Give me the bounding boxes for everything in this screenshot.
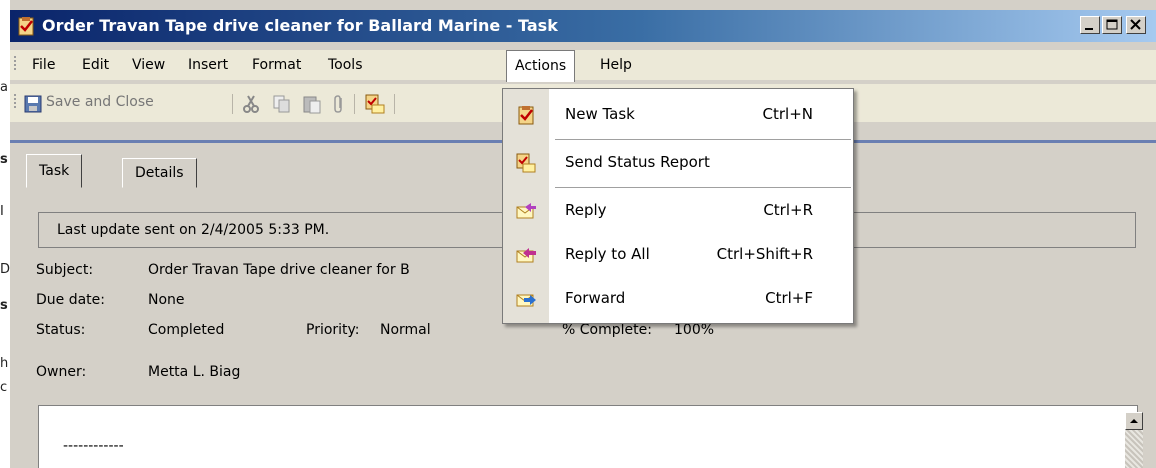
send-status-report-icon [516,153,536,173]
copy-icon[interactable] [272,94,292,114]
send-status-report-icon[interactable] [364,94,386,114]
menu-grip[interactable] [14,56,17,72]
close-icon [1130,19,1141,30]
tab-task-label: Task [39,163,70,179]
menu-item-label: Reply to All [565,245,650,263]
menu-item-reply[interactable]: Reply Ctrl+R [503,189,853,233]
menu-item-forward[interactable]: Forward Ctrl+F [503,277,853,321]
menu-item-label: Reply [565,201,607,219]
background-glyph: s [0,152,8,167]
toolbar-grip[interactable] [14,94,17,110]
subject-label: Subject: [36,262,94,278]
menu-insert[interactable]: Insert [180,50,236,80]
attach-icon[interactable] [332,94,346,114]
menu-item-shortcut: Ctrl+R [763,201,813,219]
menu-tools[interactable]: Tools [320,50,371,80]
actions-dropdown-menu: New Task Ctrl+N Send Status Report Reply… [502,88,854,324]
menu-item-label: New Task [565,105,635,123]
menu-bar: File Edit View Insert Format Tools Actio… [10,50,1156,82]
menu-file[interactable]: File [24,50,63,80]
due-date-value[interactable]: None [148,292,185,308]
save-icon [24,95,42,113]
menu-format[interactable]: Format [244,50,309,80]
background-glyph: D [0,262,11,277]
maximize-icon [1106,19,1118,30]
menu-item-reply-to-all[interactable]: Reply to All Ctrl+Shift+R [503,233,853,277]
forward-icon [516,294,536,307]
percent-complete-value[interactable]: 100% [674,322,714,338]
percent-complete-label: % Complete: [562,322,652,338]
tab-task[interactable]: Task [26,154,83,188]
menu-item-send-status-report[interactable]: Send Status Report [503,141,853,185]
task-body-editor[interactable]: ------------ [38,405,1143,468]
owner-value: Metta L. Biag [148,364,241,380]
background-glyph: h [0,356,9,371]
background-glyph: a [0,80,8,95]
toolbar-separator [232,94,233,114]
reply-icon [516,203,536,219]
background-glyph: c [0,380,8,395]
priority-label: Priority: [306,322,360,338]
menu-view[interactable]: View [124,50,173,80]
menu-separator [555,187,851,188]
due-date-label: Due date: [36,292,106,308]
menu-edit[interactable]: Edit [74,50,117,80]
title-bar[interactable]: Order Travan Tape drive cleaner for Ball… [10,10,1156,42]
tab-details[interactable]: Details [122,158,197,188]
background-glyph: s [0,298,8,313]
priority-value[interactable]: Normal [380,322,431,338]
menu-item-shortcut: Ctrl+Shift+R [716,245,813,263]
save-and-close-label: Save and Close [46,94,154,110]
menu-item-label: Send Status Report [565,153,710,171]
menu-item-label: Forward [565,289,626,307]
menu-item-new-task[interactable]: New Task Ctrl+N [503,93,853,137]
paste-icon[interactable] [302,94,322,114]
minimize-icon [1085,28,1093,30]
background-glyph: I [0,204,4,219]
menu-actions[interactable]: Actions [506,50,576,82]
menu-separator [555,139,851,140]
task-window: Order Travan Tape drive cleaner for Ball… [10,0,1156,468]
toolbar-separator [394,94,395,114]
scrollbar-track[interactable] [1125,430,1143,468]
menu-item-shortcut: Ctrl+N [762,105,813,123]
toolbar-separator [354,94,355,114]
reply-all-icon [516,248,536,263]
tab-details-label: Details [135,165,184,181]
minimize-button[interactable] [1080,16,1100,34]
maximize-button[interactable] [1102,16,1122,34]
status-value[interactable]: Completed [148,322,224,338]
cut-icon[interactable] [242,94,260,114]
body-text: ------------ [63,438,124,454]
task-clipboard-icon [18,17,34,36]
status-label: Status: [36,322,86,338]
new-task-icon [518,106,534,125]
save-and-close-button[interactable]: Save and Close [24,94,174,114]
subject-value[interactable]: Order Travan Tape drive cleaner for B [148,262,410,278]
menu-item-shortcut: Ctrl+F [765,289,813,307]
window-title: Order Travan Tape drive cleaner for Ball… [42,16,558,35]
close-button[interactable] [1126,16,1146,34]
scroll-up-button[interactable] [1125,412,1143,430]
owner-label: Owner: [36,364,87,380]
menu-help[interactable]: Help [592,50,640,80]
scroll-up-arrow-icon [1130,419,1138,423]
